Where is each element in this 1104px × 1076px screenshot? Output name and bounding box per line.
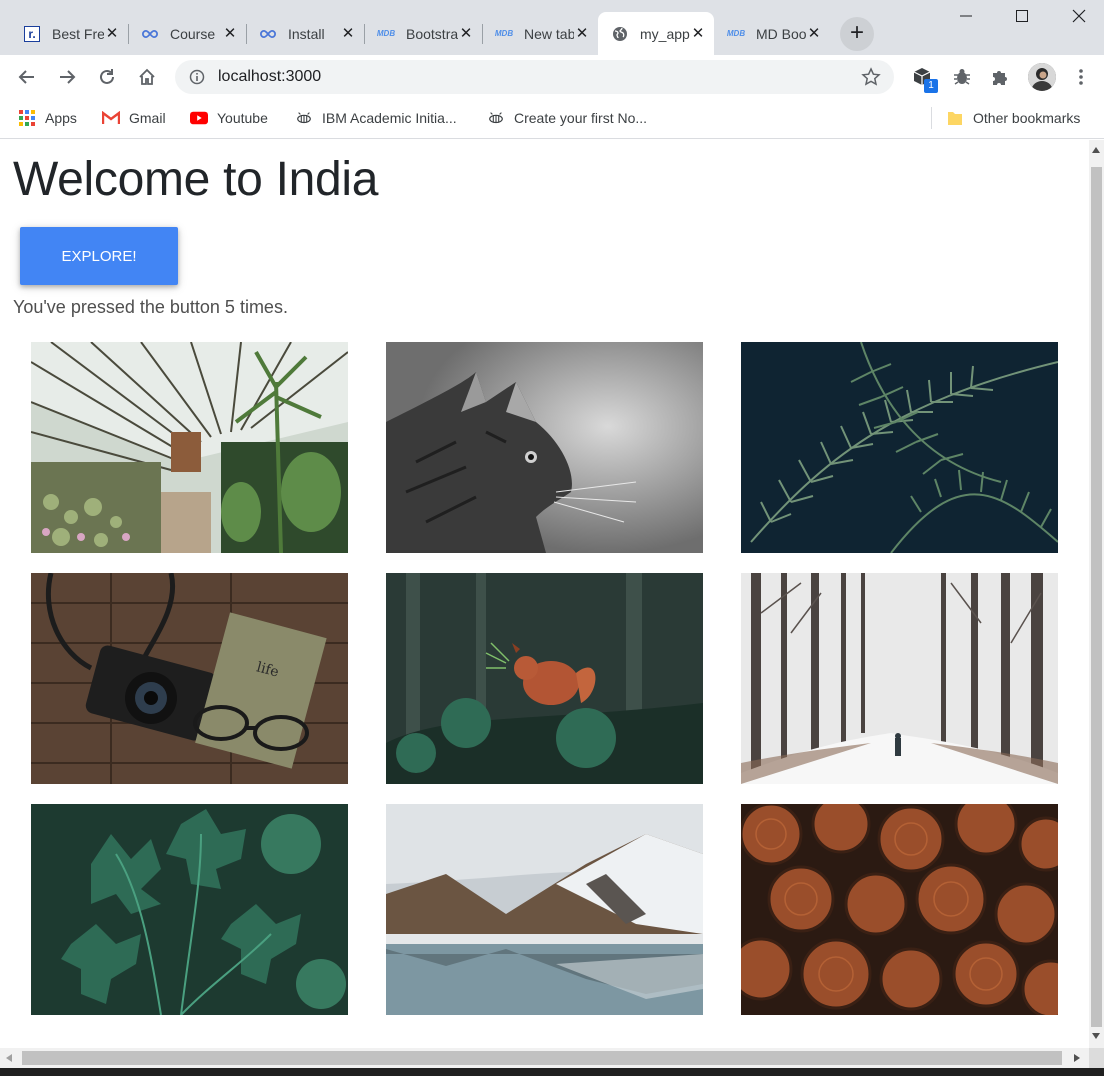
bookmark-label: Apps	[45, 110, 77, 126]
camera-photo: life	[31, 573, 348, 784]
info-icon[interactable]	[189, 69, 205, 90]
close-icon[interactable]: ✕	[574, 25, 590, 42]
scroll-left-arrow-icon[interactable]	[6, 1054, 12, 1062]
browser-tab-active[interactable]: my_app ✕	[598, 12, 714, 55]
browser-tab[interactable]: MDB Bootstrap ✕	[364, 12, 483, 55]
url-text[interactable]: localhost:3000	[218, 68, 321, 86]
close-icon[interactable]: ✕	[690, 25, 706, 42]
parsley-photo	[31, 804, 348, 1015]
bookmark-label: Gmail	[129, 110, 166, 126]
home-button[interactable]	[135, 65, 159, 89]
tab-title: MD Bootstrap	[756, 25, 806, 42]
browser-tab[interactable]: r. Best Free ✕	[10, 12, 129, 55]
browser-tab[interactable]: MDB New tab ✕	[482, 12, 598, 55]
forward-button[interactable]	[55, 65, 79, 89]
firewood-photo	[741, 804, 1058, 1015]
tab-title: New tab	[524, 25, 574, 42]
tab-title: my_app	[640, 25, 690, 42]
tab-title: Bootstrap	[406, 25, 458, 42]
bug-icon	[954, 69, 970, 85]
bookmarks-divider	[931, 107, 932, 129]
minimize-button[interactable]	[937, 0, 995, 32]
back-button[interactable]	[15, 65, 39, 89]
profile-avatar[interactable]	[1028, 63, 1056, 91]
bookmarks-bar: Apps Gmail Youtube IBM Academic Initia..…	[0, 99, 1104, 139]
close-icon[interactable]: ✕	[104, 25, 120, 42]
tab-strip: r. Best Free ✕ Course ✕ Install ✕ MDB Bo…	[0, 0, 1104, 55]
bookmark-label: Other bookmarks	[973, 110, 1081, 126]
tab-title: Install	[288, 25, 325, 42]
reload-button[interactable]	[95, 65, 119, 89]
vertical-scrollbar[interactable]	[1089, 140, 1104, 1048]
press-counter-text: You've pressed the button 5 times.	[13, 297, 288, 317]
close-icon[interactable]: ✕	[340, 25, 356, 42]
mdb-favicon-icon: MDB	[726, 29, 746, 38]
os-taskbar-edge	[0, 1068, 1104, 1076]
bookmark-ibm-academic[interactable]: IBM Academic Initia...	[295, 109, 457, 127]
r-favicon-icon: r.	[24, 25, 40, 42]
bookmark-gmail[interactable]: Gmail	[102, 109, 166, 127]
bookmark-apps[interactable]: Apps	[18, 109, 77, 127]
vertical-scroll-thumb[interactable]	[1091, 167, 1102, 1027]
browser-tab[interactable]: Install ✕	[246, 12, 365, 55]
browser-tab[interactable]: Course ✕	[128, 12, 247, 55]
extension-badge: 1	[924, 79, 938, 93]
scrollbar-corner	[1089, 1048, 1104, 1068]
scroll-down-arrow-icon[interactable]	[1092, 1033, 1100, 1039]
horizontal-scrollbar[interactable]	[0, 1048, 1089, 1068]
ibm-bee-icon	[295, 109, 313, 127]
bookmark-youtube[interactable]: Youtube	[190, 109, 268, 127]
fern-photo	[741, 342, 1058, 553]
scroll-right-arrow-icon[interactable]	[1074, 1054, 1080, 1062]
gmail-icon	[102, 109, 120, 127]
bookmark-label: Create your first No...	[514, 110, 648, 126]
ibm-bee-icon	[487, 109, 505, 127]
close-icon[interactable]: ✕	[458, 25, 474, 42]
browser-tab[interactable]: MDB MD Bootstrap ✕	[714, 12, 830, 55]
youtube-icon	[190, 109, 208, 127]
squirrel-photo	[386, 573, 703, 784]
winter-forest-photo	[741, 573, 1058, 784]
mountain-lake-photo	[386, 804, 703, 1015]
infinity-favicon-icon	[260, 26, 276, 42]
infinity-favicon-icon	[142, 26, 158, 42]
tab-title: Course	[170, 25, 216, 42]
folder-icon	[946, 109, 964, 127]
extension-cube-button[interactable]: 1	[910, 65, 938, 93]
apps-grid-icon	[18, 109, 36, 127]
arrow-right-icon	[60, 70, 76, 84]
close-icon[interactable]: ✕	[222, 25, 238, 42]
bookmark-create-first[interactable]: Create your first No...	[487, 109, 647, 127]
page-viewport: Welcome to India EXPLORE! You've pressed…	[0, 140, 1089, 1048]
home-icon	[139, 68, 155, 85]
globe-icon	[612, 26, 628, 42]
kebab-menu-icon	[1079, 69, 1083, 85]
bookmark-other[interactable]: Other bookmarks	[946, 109, 1080, 127]
arrow-left-icon	[18, 70, 34, 84]
mdb-favicon-icon: MDB	[494, 29, 514, 38]
cat-photo	[386, 342, 703, 553]
maximize-button[interactable]	[993, 0, 1051, 32]
scroll-up-arrow-icon[interactable]	[1092, 147, 1100, 153]
explore-button[interactable]: EXPLORE!	[20, 227, 178, 285]
address-bar[interactable]: localhost:3000	[175, 60, 894, 94]
mdb-favicon-icon: MDB	[376, 29, 396, 38]
bookmark-label: Youtube	[217, 110, 268, 126]
new-tab-button[interactable]: +	[840, 17, 874, 51]
image-gallery: life	[31, 342, 1058, 1015]
window-close-button[interactable]	[1050, 0, 1104, 32]
reload-icon	[100, 69, 114, 84]
puzzle-icon	[993, 71, 1007, 85]
page-title: Welcome to India	[13, 153, 379, 206]
extensions-button[interactable]	[988, 65, 1012, 89]
extension-bug-button[interactable]	[950, 65, 974, 89]
bookmark-star-icon[interactable]	[861, 67, 881, 92]
close-icon[interactable]: ✕	[806, 25, 822, 42]
greenhouse-photo	[31, 342, 348, 553]
browser-menu-button[interactable]	[1069, 65, 1093, 89]
horizontal-scroll-thumb[interactable]	[22, 1051, 1062, 1065]
tab-title: Best Free	[52, 25, 104, 42]
browser-toolbar: localhost:3000 1	[0, 55, 1104, 99]
bookmark-label: IBM Academic Initia...	[322, 110, 457, 126]
